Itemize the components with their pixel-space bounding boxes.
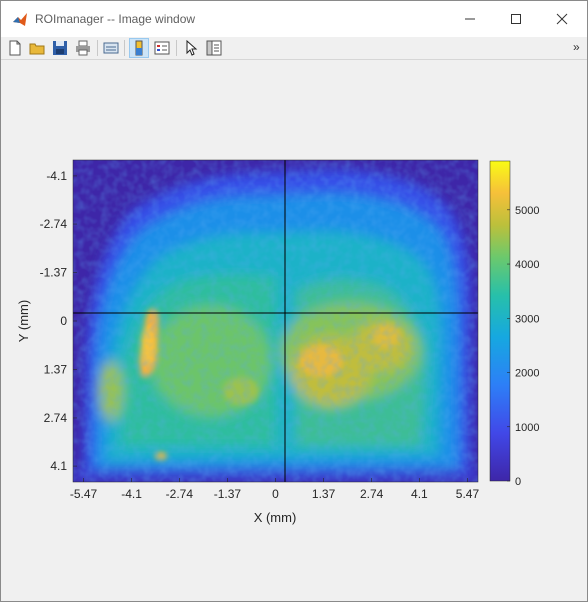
maximize-button[interactable] (493, 1, 539, 37)
x-tick-label: 4.1 (411, 487, 428, 501)
open-file-button[interactable] (27, 38, 47, 58)
window-title: ROImanager -- Image window (35, 12, 196, 26)
minimize-icon (465, 18, 475, 20)
colorbar-tick-label: 0 (515, 476, 521, 488)
figure-canvas[interactable]: -5.47 -4.1 -2.74 -1.37 0 1.37 2.74 4.1 5.47 -4.1… (1, 61, 587, 601)
toolbar-overflow-icon[interactable]: » (573, 40, 580, 54)
matlab-logo-icon (12, 12, 28, 28)
property-inspector-button[interactable] (204, 38, 224, 58)
image-window: ROImanager -- Image window » -5.47 -4.1 … (0, 0, 588, 602)
x-tick-label: -5.47 (70, 487, 98, 501)
minimize-button[interactable] (447, 1, 493, 37)
heatmap-plot[interactable]: -5.47 -4.1 -2.74 -1.37 0 1.37 2.74 4.1 5.47 -4.1… (1, 61, 587, 601)
x-tick-label: 2.74 (360, 487, 384, 501)
toolbar-separator (97, 40, 98, 56)
insert-legend-button[interactable] (152, 38, 172, 58)
y-tick-label: -1.37 (40, 266, 68, 280)
y-tick-label: 2.74 (44, 411, 68, 425)
x-tick-label: 0 (272, 487, 279, 501)
y-tick-label: 1.37 (44, 362, 68, 376)
toggle-colorbar-icon (135, 40, 143, 56)
close-icon (556, 13, 568, 25)
y-axis: -4.1 -2.74 -1.37 0 1.37 2.74 4.1 (40, 169, 77, 473)
print-icon (76, 40, 90, 56)
x-tick-label: 1.37 (312, 487, 336, 501)
link-plot-icon (103, 42, 119, 54)
colorbar-tick-label: 1000 (515, 422, 539, 434)
x-tick-label: -4.1 (121, 487, 142, 501)
insert-colorbar-button[interactable] (129, 38, 149, 58)
new-figure-button[interactable] (5, 38, 25, 58)
y-tick-label: -4.1 (46, 169, 67, 183)
save-icon (53, 41, 67, 55)
x-axis-label: X (mm) (254, 510, 297, 525)
x-tick-label: 5.47 (456, 487, 480, 501)
edit-plot-button[interactable] (181, 38, 201, 58)
colorbar-tick-label: 2000 (515, 368, 539, 380)
close-button[interactable] (539, 1, 585, 37)
colorbar-tick-label: 4000 (515, 259, 539, 271)
y-axis-label: Y (mm) (16, 300, 31, 342)
insert-legend-icon (154, 41, 170, 55)
heatmap-image[interactable] (73, 160, 478, 482)
link-plot-button[interactable] (101, 38, 121, 58)
title-bar[interactable]: ROImanager -- Image window (1, 1, 587, 37)
toolbar-separator (176, 40, 177, 56)
figure-toolbar: » (1, 37, 587, 60)
print-button[interactable] (73, 38, 93, 58)
x-tick-label: -2.74 (166, 487, 194, 501)
open-file-icon (29, 43, 45, 55)
maximize-icon (511, 14, 521, 24)
toolbar-separator (124, 40, 125, 56)
y-tick-label: -2.74 (40, 217, 68, 231)
colorbar[interactable] (489, 160, 511, 482)
y-tick-label: 4.1 (50, 459, 67, 473)
y-tick-label: 0 (60, 314, 67, 328)
property-inspector-icon (206, 40, 222, 56)
colorbar-axis: 0 1000 2000 3000 4000 5000 (507, 205, 539, 488)
new-figure-icon (9, 40, 21, 56)
x-tick-label: -1.37 (214, 487, 242, 501)
colorbar-tick-label: 5000 (515, 205, 539, 217)
colorbar-tick-label: 3000 (515, 313, 539, 325)
edit-plot-icon (186, 40, 198, 56)
save-button[interactable] (50, 38, 70, 58)
